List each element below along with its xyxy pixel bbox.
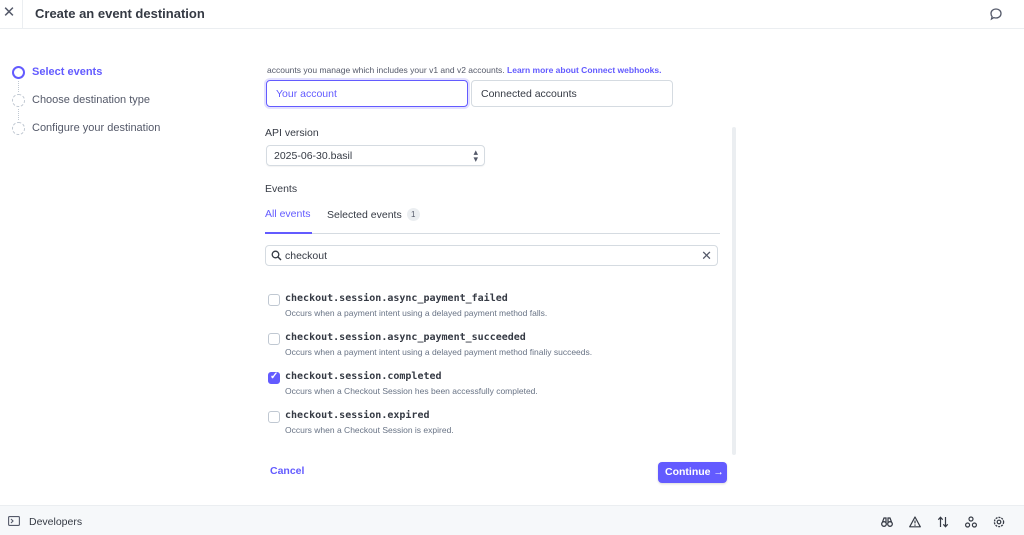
event-item: checkout.session.async_payment_succeeded… [268, 329, 708, 361]
event-name: checkout.session.async_payment_failed [285, 293, 508, 304]
tab-label: All events [265, 208, 311, 220]
api-version-value: 2025-06-30.basil [274, 150, 353, 162]
cancel-button[interactable]: Cancel [270, 465, 304, 477]
settings-icon[interactable] [993, 516, 1005, 528]
step-configure-destination: Configure your destination [11, 120, 211, 138]
api-version-label: API version [265, 127, 319, 139]
step-connector [18, 109, 19, 120]
event-item: checkout.session.async_payment_failed Oc… [268, 290, 708, 322]
tab-all-events[interactable]: All events [265, 208, 312, 234]
step-label: Choose destination type [32, 94, 151, 106]
step-active-icon [12, 66, 25, 79]
event-tabs: All events Selected events 1 [265, 207, 720, 234]
terminal-icon [8, 516, 20, 526]
step-select-events: Select events [11, 64, 211, 82]
step-pending-icon [12, 122, 25, 135]
tab-selected-events[interactable]: Selected events 1 [327, 208, 420, 234]
warning-icon[interactable] [909, 516, 921, 528]
event-item: checkout.session.expired Occurs when a C… [268, 407, 708, 439]
event-search-input[interactable]: checkout ✕ [265, 245, 718, 266]
event-name: checkout.session.async_payment_succeeded [285, 332, 526, 343]
event-name: checkout.session.completed [285, 371, 442, 382]
select-chevrons-icon: ▴ ▾ [473, 147, 478, 164]
binoculars-icon[interactable] [881, 516, 893, 528]
page-title: Create an event destination [35, 6, 205, 21]
search-value: checkout [285, 250, 328, 262]
event-description: Occurs when a Checkout Session hes been … [285, 386, 538, 396]
event-checkbox[interactable] [268, 411, 280, 423]
event-checkbox[interactable] [268, 294, 280, 306]
continue-button[interactable]: Continue → [658, 462, 727, 483]
event-description: Occurs when a Checkout Session is expire… [285, 425, 454, 435]
step-choose-destination-type: Choose destination type [11, 92, 211, 110]
event-name: checkout.session.expired [285, 410, 430, 421]
event-checkbox[interactable] [268, 333, 280, 345]
developers-bar: Developers [0, 505, 1024, 535]
selected-count-badge: 1 [406, 208, 420, 221]
event-description: Occurs when a payment intent using a del… [285, 347, 593, 357]
connect-webhooks-link[interactable]: Learn more about Connect webhooks. [507, 65, 661, 75]
tab-label: Selected events [327, 209, 402, 221]
event-description: Occurs when a payment intent using a del… [285, 308, 548, 318]
intro-body: accounts you manage which includes your … [267, 65, 508, 75]
header-divider [22, 0, 23, 28]
top-bar: ✕ Create an event destination [0, 0, 1024, 29]
events-label: Events [265, 183, 298, 195]
clear-search-icon[interactable]: ✕ [701, 248, 712, 263]
chat-bubble-icon[interactable] [989, 7, 1003, 21]
connected-accounts-option[interactable]: Connected accounts [471, 80, 673, 107]
your-account-option[interactable]: Your account [266, 80, 468, 107]
api-version-select[interactable]: 2025-06-30.basil ▴ ▾ [266, 145, 485, 166]
intro-text: accounts you manage which includes your … [267, 65, 661, 75]
close-icon[interactable]: ✕ [2, 5, 16, 20]
event-item: ✓ checkout.session.completed Occurs when… [268, 368, 708, 400]
step-pending-icon [12, 94, 25, 107]
sort-arrows-icon[interactable] [937, 516, 949, 528]
step-connector [18, 81, 19, 92]
event-checkbox[interactable]: ✓ [268, 371, 280, 384]
form-scrollbar[interactable] [732, 127, 736, 455]
developers-label[interactable]: Developers [29, 516, 82, 528]
step-label: Configure your destination [32, 122, 161, 134]
search-icon [271, 250, 282, 261]
webhooks-icon[interactable] [965, 516, 977, 528]
checkmark-icon: ✓ [270, 371, 279, 382]
step-label: Select events [32, 66, 103, 78]
